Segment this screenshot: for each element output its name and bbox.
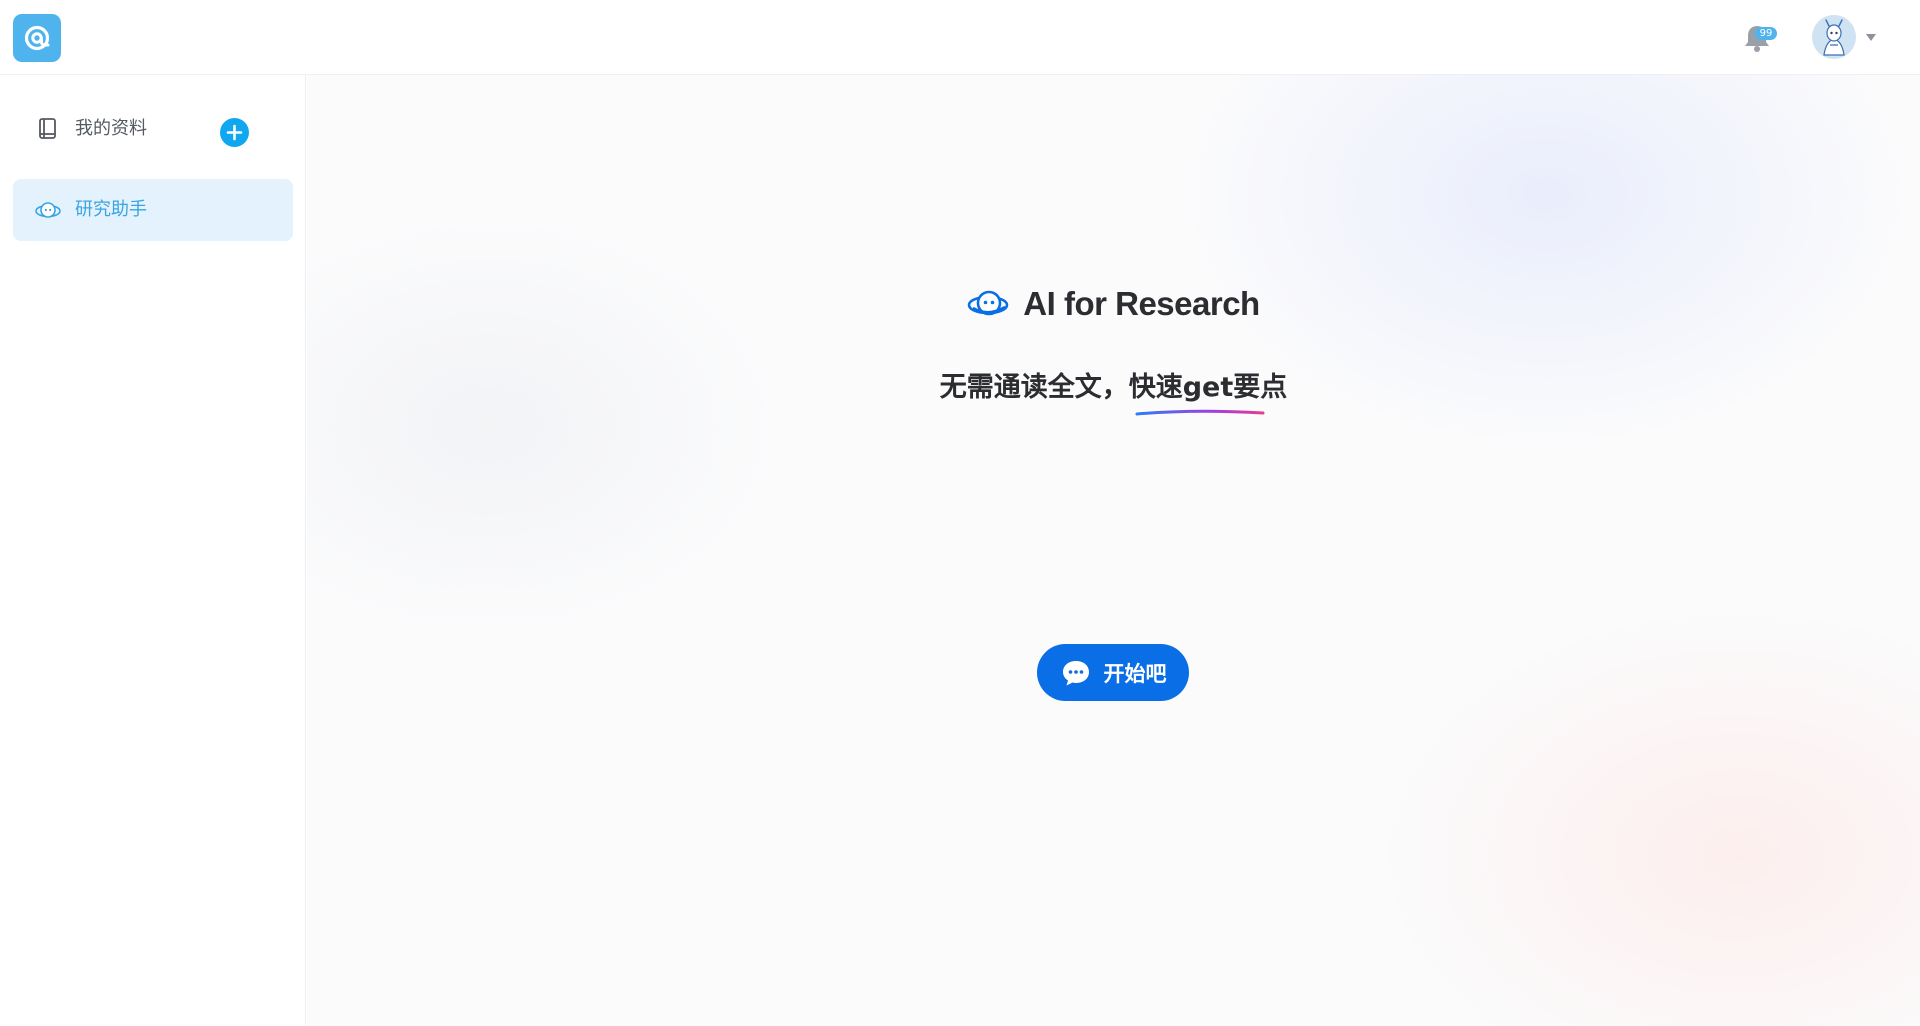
page-title: AI for Research [307,285,1920,323]
user-avatar[interactable] [1812,15,1856,59]
subtitle-highlight-wrap: 快速get要点 [1128,365,1288,416]
gradient-underline [1135,409,1265,416]
sidebar-item-label: 研究助手 [75,199,147,220]
subtitle-prefix: 无需通读全文， [939,372,1129,403]
add-material-button[interactable] [220,118,249,147]
book-icon [39,118,56,139]
sidebar-item-my-materials[interactable]: 我的资料 [13,98,293,160]
ai-assistant-icon [35,202,61,218]
sidebar: 我的资料 研究助手 [0,75,306,1026]
top-bar: 99 [0,0,1920,75]
sidebar-item-research-assistant[interactable]: 研究助手 [13,179,293,241]
notification-count-badge: 99 [1755,27,1777,40]
chat-bubble-icon [1062,660,1089,685]
title-text: AI for Research [1023,285,1260,322]
main-content: AI for Research 无需通读全文，快速get要点 开始吧 [307,75,1920,1026]
caret-down-icon[interactable] [1864,31,1878,43]
start-button[interactable]: 开始吧 [1037,644,1189,701]
ai-assistant-icon [967,290,1009,316]
plus-icon [226,124,243,141]
subtitle-highlight: 快速get要点 [1128,372,1288,403]
start-button-label: 开始吧 [1103,661,1167,686]
at-sign-logo-icon[interactable] [13,14,61,62]
sidebar-item-label: 我的资料 [75,118,147,139]
page-subtitle: 无需通读全文，快速get要点 [307,365,1920,416]
